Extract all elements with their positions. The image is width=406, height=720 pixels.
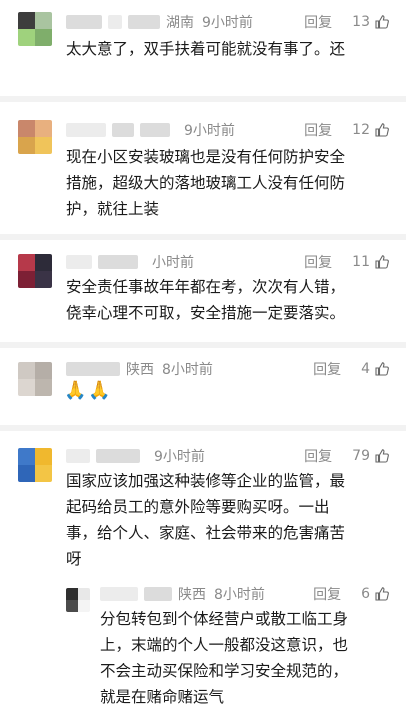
reply-button[interactable]: 回复 xyxy=(304,446,332,466)
like-button[interactable]: 11 xyxy=(352,254,390,270)
avatar[interactable] xyxy=(66,588,90,612)
blurred-username xyxy=(96,449,140,463)
like-button[interactable]: 79 xyxy=(352,448,390,464)
blurred-username xyxy=(100,587,138,601)
comment-time: 小时前 xyxy=(152,255,194,271)
avatar-tile xyxy=(35,465,52,482)
avatar-tile xyxy=(18,29,35,46)
avatar-tile xyxy=(35,379,52,396)
avatar-tile xyxy=(18,12,35,29)
like-button[interactable]: 6 xyxy=(361,586,390,602)
avatar-tile xyxy=(18,120,35,137)
avatar-tile xyxy=(35,271,52,288)
comment-time: 9小时前 xyxy=(154,449,205,465)
comment-meta: 9小时前 回复 79 xyxy=(66,446,390,466)
thumbs-up-icon xyxy=(375,362,389,376)
avatar-tile xyxy=(18,362,35,379)
like-button[interactable]: 4 xyxy=(361,361,390,377)
thumbs-up-icon xyxy=(375,449,389,463)
blurred-username xyxy=(112,123,134,137)
avatar-tile xyxy=(35,254,52,271)
thumbs-up-icon xyxy=(375,15,389,29)
like-count: 12 xyxy=(352,122,370,138)
comment-time: 8小时前 xyxy=(162,362,213,378)
divider xyxy=(0,342,406,348)
avatar-tile xyxy=(35,362,52,379)
comment-text: 安全责任事故年年都在考，次次有人错， 侥幸心理不可取，安全措施一定要落实。 xyxy=(66,278,346,322)
reply-button[interactable]: 回复 xyxy=(313,359,341,379)
comment-time: 9小时前 xyxy=(184,123,235,139)
reply-button[interactable]: 回复 xyxy=(313,584,341,604)
comment-time: 8小时前 xyxy=(214,587,265,603)
avatar-tile xyxy=(18,448,35,465)
blurred-username xyxy=(98,255,138,269)
comment-location: 陕西 xyxy=(178,587,206,603)
comment-meta: 湖南 9小时前 回复 13 xyxy=(66,12,390,32)
divider xyxy=(0,96,406,102)
comment-location: 湖南 xyxy=(166,15,194,31)
avatar-tile xyxy=(66,600,78,612)
comment-text: 🙏🙏 xyxy=(64,380,113,401)
blurred-username xyxy=(66,255,92,269)
comment-text: 分包转包到个体经营户或散工临工身 上，末端的个人一般都没这意识，也 不会主动买保… xyxy=(100,610,349,706)
avatar-tile xyxy=(35,120,52,137)
avatar-tile xyxy=(18,271,35,288)
divider xyxy=(0,234,406,240)
like-button[interactable]: 12 xyxy=(352,122,390,138)
comment-meta: 小时前 回复 11 xyxy=(66,252,390,272)
avatar[interactable] xyxy=(18,254,52,288)
avatar[interactable] xyxy=(18,448,52,482)
avatar[interactable] xyxy=(18,120,52,154)
avatar-tile xyxy=(78,588,90,600)
blurred-username xyxy=(66,362,120,376)
like-count: 79 xyxy=(352,448,370,464)
like-count: 4 xyxy=(361,361,370,377)
comment-meta: 9小时前 回复 12 xyxy=(66,120,390,140)
avatar-tile xyxy=(18,465,35,482)
avatar-tile xyxy=(35,137,52,154)
blurred-username xyxy=(108,15,122,29)
avatar-tile xyxy=(35,448,52,465)
blurred-username xyxy=(66,123,106,137)
comment-text: 国家应该加强这种装修等企业的监管，最 起码给员工的意外险等要购买呀。一出 事，给… xyxy=(66,472,346,568)
avatar-tile xyxy=(18,137,35,154)
comment-text: 太大意了，双手扶着可能就没有事了。还 xyxy=(66,40,346,58)
avatar[interactable] xyxy=(18,12,52,46)
avatar-tile xyxy=(78,600,90,612)
blurred-username xyxy=(144,587,172,601)
reply-button[interactable]: 回复 xyxy=(304,252,332,272)
comment-time: 9小时前 xyxy=(202,15,253,31)
divider xyxy=(0,425,406,431)
avatar-tile xyxy=(35,12,52,29)
blurred-username xyxy=(66,15,102,29)
thumbs-up-icon xyxy=(375,587,389,601)
avatar-tile xyxy=(66,588,78,600)
blurred-username xyxy=(140,123,170,137)
avatar-tile xyxy=(18,254,35,271)
blurred-username xyxy=(128,15,160,29)
comment-text: 现在小区安装玻璃也是没有任何防护安全 措施，超级大的落地玻璃工人没有任何防 护，… xyxy=(66,148,346,218)
reply-button[interactable]: 回复 xyxy=(304,12,332,32)
thumbs-up-icon xyxy=(375,255,389,269)
like-button[interactable]: 13 xyxy=(352,14,390,30)
reply-button[interactable]: 回复 xyxy=(304,120,332,140)
blurred-username xyxy=(66,449,90,463)
avatar[interactable] xyxy=(18,362,52,396)
comment-meta: 陕西 8小时前 回复 6 xyxy=(100,584,390,604)
like-count: 11 xyxy=(352,254,370,270)
avatar-tile xyxy=(18,379,35,396)
comment-location: 陕西 xyxy=(126,362,154,378)
like-count: 6 xyxy=(361,586,370,602)
comment-meta: 陕西 8小时前 回复 4 xyxy=(66,359,390,379)
thumbs-up-icon xyxy=(375,123,389,137)
like-count: 13 xyxy=(352,14,370,30)
avatar-tile xyxy=(35,29,52,46)
